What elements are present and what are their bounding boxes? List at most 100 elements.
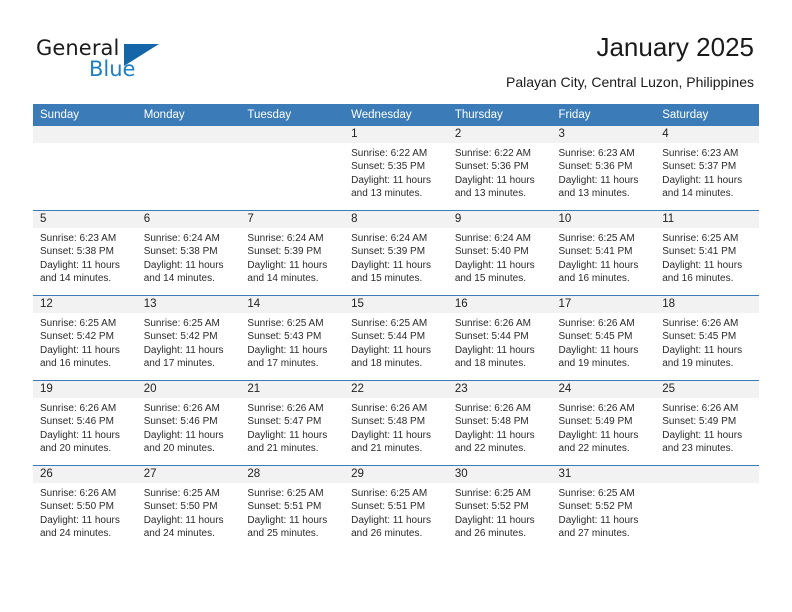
calendar-day-cell[interactable]: 11 Sunrise: 6:25 AM Sunset: 5:41 PM Dayligh… (655, 210, 759, 296)
calendar-day-cell[interactable]: 10 Sunrise: 6:25 AM Sunset: 5:41 PM Dayligh… (551, 210, 656, 296)
day-detail-line: Sunset: 5:35 PM (351, 161, 426, 173)
calendar-page: General Blue January 2025 Palayan City, … (0, 0, 792, 612)
weekday-header-thursday: Thursday (447, 104, 552, 126)
generalblue-logo[interactable]: General Blue (36, 36, 216, 86)
day-number: 16 (447, 296, 552, 313)
day-detail-line: Sunrise: 6:26 AM (351, 403, 428, 414)
day-detail-line: Daylight: 11 hours (143, 429, 224, 441)
calendar-day-cell[interactable]: 3 Sunrise: 6:23 AM Sunset: 5:36 PM Daylight… (551, 126, 656, 211)
calendar-day-cell[interactable]: 12 Sunrise: 6:25 AM Sunset: 5:42 PM Dayligh… (33, 295, 137, 381)
calendar-day-cell[interactable]: 22 Sunrise: 6:26 AM Sunset: 5:48 PM Dayligh… (344, 380, 448, 466)
day-detail-line: Daylight: 11 hours (143, 344, 224, 356)
day-detail-line: Sunrise: 6:25 AM (454, 488, 531, 499)
calendar-day-cell[interactable]: 24 Sunrise: 6:26 AM Sunset: 5:49 PM Dayligh… (551, 380, 656, 466)
day-detail-line: and 15 minutes. (454, 272, 526, 284)
calendar-day-cell[interactable]: 14 Sunrise: 6:25 AM Sunset: 5:43 PM Dayligh… (240, 295, 345, 381)
calendar-day-cell[interactable]: 1 Sunrise: 6:22 AM Sunset: 5:35 PM Daylight… (344, 126, 448, 211)
weekday-header-sunday: Sunday (33, 104, 137, 126)
day-detail-line: Daylight: 11 hours (351, 259, 431, 271)
day-details: Sunrise: 6:26 AM Sunset: 5:46 PM Daylight:… (33, 398, 137, 455)
day-number: 18 (655, 296, 759, 313)
day-detail-line: Daylight: 11 hours (662, 259, 743, 271)
day-detail-line: and 20 minutes. (40, 442, 112, 454)
calendar-day-cell[interactable]: 16 Sunrise: 6:26 AM Sunset: 5:44 PM Dayligh… (447, 295, 552, 381)
day-detail-line: Daylight: 11 hours (40, 429, 120, 441)
day-detail-line: Sunrise: 6:25 AM (351, 488, 428, 499)
day-number: 6 (136, 211, 241, 228)
day-detail-line: Sunset: 5:51 PM (351, 501, 426, 513)
calendar-day-cell[interactable]: 19 Sunrise: 6:26 AM Sunset: 5:46 PM Dayligh… (33, 380, 137, 466)
calendar-day-cell[interactable]: 26 Sunrise: 6:26 AM Sunset: 5:50 PM Dayligh… (33, 465, 137, 550)
page-subtitle: Palayan City, Central Luzon, Philippines (506, 74, 754, 90)
day-details: Sunrise: 6:22 AM Sunset: 5:35 PM Daylight:… (344, 143, 448, 200)
day-detail-line: Sunset: 5:45 PM (558, 331, 633, 343)
day-detail-line: Sunset: 5:41 PM (662, 246, 737, 258)
calendar-day-cell[interactable]: 30 Sunrise: 6:25 AM Sunset: 5:52 PM Dayligh… (447, 465, 552, 550)
calendar-week-row: 1 Sunrise: 6:22 AM Sunset: 5:35 PM Daylight… (33, 126, 759, 211)
calendar-day-cell[interactable]: 25 Sunrise: 6:26 AM Sunset: 5:49 PM Dayligh… (655, 380, 759, 466)
day-detail-line: Sunrise: 6:26 AM (558, 403, 635, 414)
calendar-day-cell[interactable]: 7 Sunrise: 6:24 AM Sunset: 5:39 PM Daylight… (240, 210, 345, 296)
calendar-day-cell[interactable]: 18 Sunrise: 6:26 AM Sunset: 5:45 PM Dayligh… (655, 295, 759, 381)
day-details: Sunrise: 6:25 AM Sunset: 5:51 PM Daylight:… (344, 483, 448, 540)
calendar-day-cell[interactable]: 17 Sunrise: 6:26 AM Sunset: 5:45 PM Dayligh… (551, 295, 656, 381)
day-number: 25 (655, 381, 759, 398)
day-detail-line: Sunset: 5:38 PM (143, 246, 218, 258)
calendar-day-cell[interactable]: 23 Sunrise: 6:26 AM Sunset: 5:48 PM Dayligh… (447, 380, 552, 466)
calendar-day-cell[interactable]: 9 Sunrise: 6:24 AM Sunset: 5:40 PM Daylight… (447, 210, 552, 296)
calendar-day-cell[interactable]: 28 Sunrise: 6:25 AM Sunset: 5:51 PM Dayligh… (240, 465, 345, 550)
day-detail-line: Sunrise: 6:25 AM (558, 233, 635, 244)
day-detail-line: Sunrise: 6:26 AM (454, 403, 531, 414)
day-detail-line: Sunrise: 6:24 AM (351, 233, 428, 244)
calendar-day-cell[interactable]: 2 Sunrise: 6:22 AM Sunset: 5:36 PM Daylight… (447, 126, 552, 211)
day-detail-line: Daylight: 11 hours (662, 174, 743, 186)
calendar-day-cell[interactable]: 8 Sunrise: 6:24 AM Sunset: 5:39 PM Daylight… (344, 210, 448, 296)
day-detail-line: Daylight: 11 hours (454, 344, 535, 356)
day-detail-line: and 20 minutes. (143, 442, 215, 454)
calendar-day-cell[interactable]: 15 Sunrise: 6:25 AM Sunset: 5:44 PM Dayligh… (344, 295, 448, 381)
calendar-day-cell[interactable]: 27 Sunrise: 6:25 AM Sunset: 5:50 PM Dayligh… (136, 465, 241, 550)
day-detail-line: Sunset: 5:52 PM (454, 501, 529, 513)
calendar-day-cell[interactable]: 4 Sunrise: 6:23 AM Sunset: 5:37 PM Daylight… (655, 126, 759, 211)
page-header: General Blue January 2025 Palayan City, … (0, 0, 792, 103)
day-number: 1 (344, 126, 448, 143)
day-detail-line: Sunset: 5:45 PM (662, 331, 737, 343)
day-detail-line: Daylight: 11 hours (454, 514, 535, 526)
calendar-day-cell[interactable]: 21 Sunrise: 6:26 AM Sunset: 5:47 PM Dayligh… (240, 380, 345, 466)
day-number: 5 (33, 211, 137, 228)
calendar-day-cell[interactable]: 5 Sunrise: 6:23 AM Sunset: 5:38 PM Daylight… (33, 210, 137, 296)
day-detail-line: Sunrise: 6:25 AM (351, 318, 428, 329)
day-detail-line: Daylight: 11 hours (558, 344, 639, 356)
day-detail-line: and 21 minutes. (247, 442, 319, 454)
weekday-header-monday: Monday (136, 104, 241, 126)
day-details: Sunrise: 6:25 AM Sunset: 5:42 PM Daylight:… (33, 313, 137, 370)
calendar-day-cell[interactable]: 29 Sunrise: 6:25 AM Sunset: 5:51 PM Dayligh… (344, 465, 448, 550)
day-detail-line: and 14 minutes. (143, 272, 215, 284)
day-detail-line: Daylight: 11 hours (143, 514, 224, 526)
day-number: 22 (344, 381, 448, 398)
day-detail-line: and 27 minutes. (558, 527, 630, 539)
day-detail-line: and 22 minutes. (454, 442, 526, 454)
day-number: 10 (551, 211, 656, 228)
day-details: Sunrise: 6:25 AM Sunset: 5:51 PM Daylight:… (240, 483, 344, 540)
day-detail-line: Daylight: 11 hours (247, 514, 328, 526)
day-detail-line: and 16 minutes. (40, 357, 112, 369)
day-detail-line: and 18 minutes. (351, 357, 423, 369)
day-detail-line: Daylight: 11 hours (351, 174, 431, 186)
day-number: 23 (447, 381, 552, 398)
day-details: Sunrise: 6:26 AM Sunset: 5:45 PM Daylight:… (552, 313, 656, 370)
day-detail-line: Daylight: 11 hours (351, 514, 431, 526)
calendar-empty-cell (33, 126, 137, 211)
calendar-empty-cell (240, 126, 345, 211)
day-detail-line: Daylight: 11 hours (247, 259, 328, 271)
calendar-day-cell[interactable]: 31 Sunrise: 6:25 AM Sunset: 5:52 PM Dayligh… (551, 465, 656, 550)
day-details: Sunrise: 6:26 AM Sunset: 5:48 PM Daylight:… (448, 398, 552, 455)
calendar-day-cell[interactable]: 13 Sunrise: 6:25 AM Sunset: 5:42 PM Dayligh… (136, 295, 241, 381)
calendar-day-cell[interactable]: 20 Sunrise: 6:26 AM Sunset: 5:46 PM Dayligh… (136, 380, 241, 466)
calendar-empty-cell (136, 126, 241, 211)
day-detail-line: Sunset: 5:42 PM (143, 331, 218, 343)
day-details: Sunrise: 6:24 AM Sunset: 5:39 PM Daylight:… (344, 228, 448, 285)
day-detail-line: and 16 minutes. (662, 272, 734, 284)
calendar-day-cell[interactable]: 6 Sunrise: 6:24 AM Sunset: 5:38 PM Daylight… (136, 210, 241, 296)
day-detail-line: Sunset: 5:36 PM (454, 161, 529, 173)
